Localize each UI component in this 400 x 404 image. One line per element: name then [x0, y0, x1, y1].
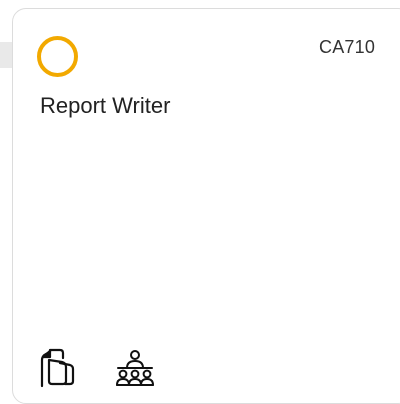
course-title: Report Writer	[40, 93, 171, 118]
course-code: CA710	[319, 37, 376, 57]
course-card[interactable]: CA710 Report Writer	[12, 8, 400, 404]
documents-icon[interactable]	[39, 348, 75, 388]
page: CA710 Report Writer	[0, 0, 400, 404]
group-icon[interactable]	[115, 349, 155, 389]
status-ring-icon	[37, 36, 78, 77]
